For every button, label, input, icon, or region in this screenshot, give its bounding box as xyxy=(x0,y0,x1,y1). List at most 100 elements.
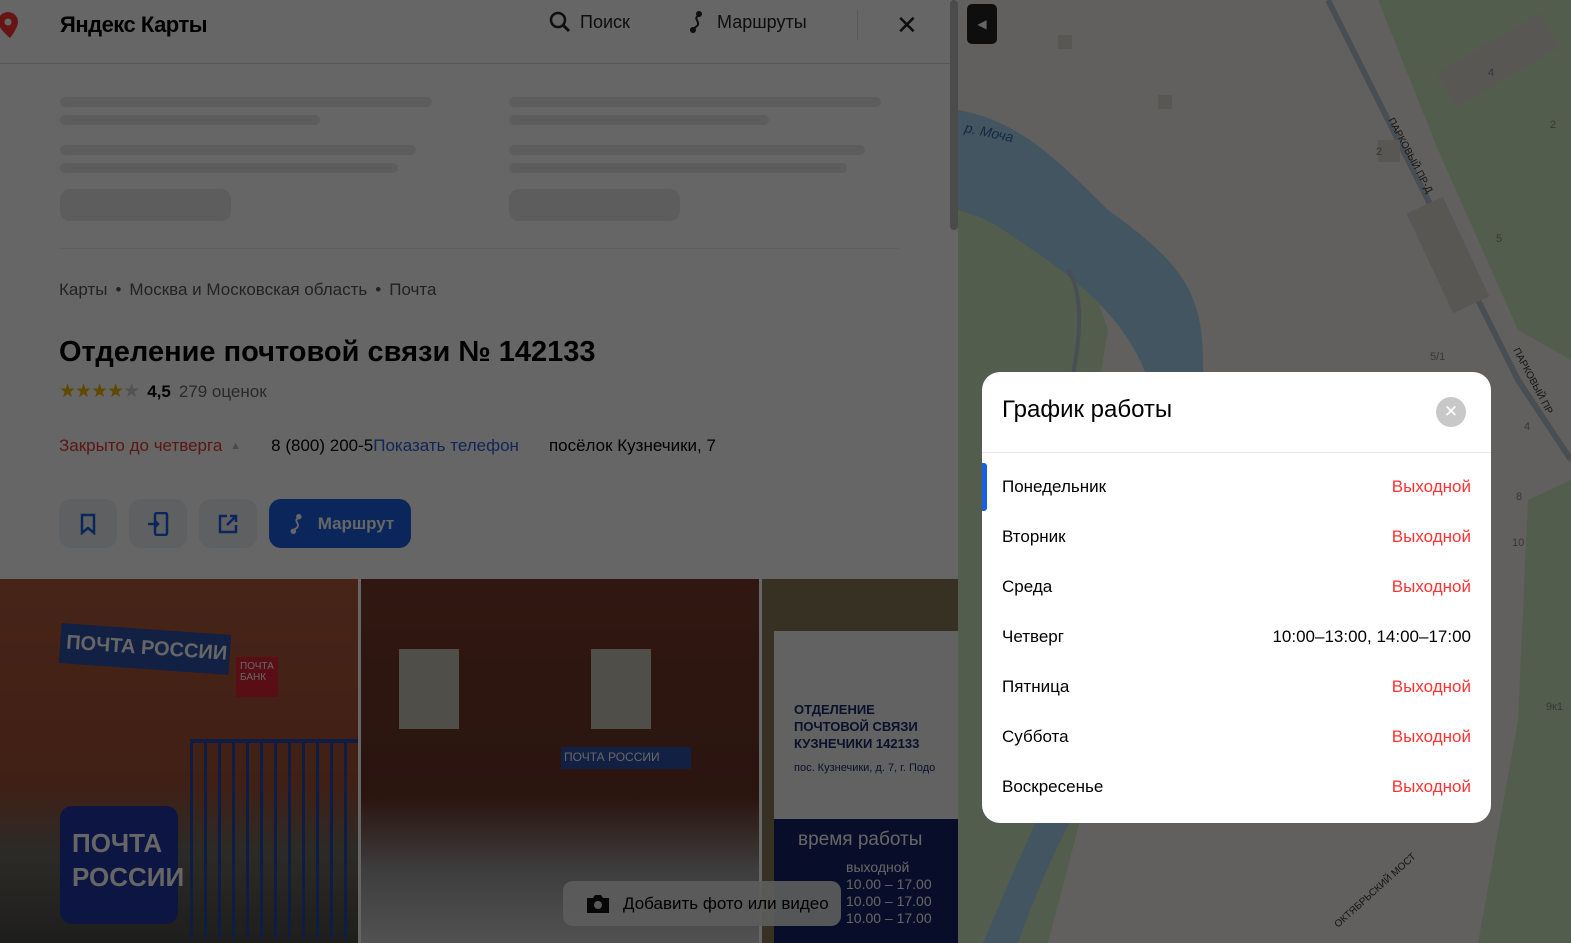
skeleton xyxy=(509,97,881,107)
breadcrumb: Карты • Москва и Московская область • Почт… xyxy=(59,280,436,300)
day-hours: 10:00–13:00, 14:00–17:00 xyxy=(1272,627,1471,646)
skeleton xyxy=(60,163,398,173)
add-photo-button[interactable]: Добавить фото или видео xyxy=(563,881,841,926)
day-hours: Выходной xyxy=(1391,577,1471,596)
photo-sign-text: пос. Кузнечики, д. 7, г. Подо xyxy=(794,762,936,774)
skeleton xyxy=(509,163,847,173)
search-label: Поиск xyxy=(580,11,630,32)
schedule-row: Понедельник Выходной xyxy=(982,462,1491,512)
rating-stars: ★★★★★ xyxy=(59,381,140,402)
schedule-dialog: График работы ✕ Понедельник Выходной Вторн… xyxy=(982,372,1491,823)
photo-sign: ПОЧТА РОССИИ xyxy=(561,747,691,769)
house-number: 9к1 xyxy=(1546,701,1563,713)
status-badge[interactable]: Закрыто до четверга xyxy=(59,436,222,456)
day-name: Пятница xyxy=(1002,677,1070,696)
photo-logo: ПОЧТА РОССИИ xyxy=(60,806,184,924)
app-logo[interactable]: Яндекс Карты xyxy=(60,12,208,38)
routes-button[interactable]: Маршруты xyxy=(685,10,807,34)
send-to-phone-button[interactable] xyxy=(129,499,187,548)
day-name: Понедельник xyxy=(1002,477,1107,496)
day-hours: Выходной xyxy=(1391,777,1471,796)
skeleton xyxy=(60,189,231,221)
rating[interactable]: ★★★★★ 4,5 279 оценок xyxy=(59,380,267,403)
photo-sign-text: ОТДЕЛЕНИЕ ПОЧТОВОЙ СВЯЗИ КУЗНЕЧИКИ 14213… xyxy=(794,702,920,751)
photo-sign: ПОЧТА РОССИИ xyxy=(58,623,232,675)
day-name: Среда xyxy=(1002,577,1053,596)
divider xyxy=(982,452,1491,453)
review-count[interactable]: 279 оценок xyxy=(179,382,267,402)
share-icon xyxy=(218,514,238,533)
close-panel-button[interactable]: ✕ xyxy=(896,10,918,41)
search-button[interactable]: Поиск xyxy=(548,10,630,34)
action-buttons: Маршрут xyxy=(59,499,411,548)
scrollbar[interactable] xyxy=(950,0,958,230)
route-button-label: Маршрут xyxy=(317,513,395,533)
photo-sign-text: 10.00 – 17.00 xyxy=(846,893,932,909)
collapse-panel-button[interactable]: ◀ xyxy=(967,4,997,44)
skeleton xyxy=(509,189,680,221)
map-pin-logo-icon xyxy=(0,12,18,38)
house-number: 10 xyxy=(1512,537,1524,549)
divider xyxy=(857,10,858,40)
routes-label: Маршруты xyxy=(717,11,807,32)
phone-number: 8 (800) 200-5 xyxy=(271,436,374,455)
dialog-title: График работы xyxy=(1002,396,1173,423)
share-button[interactable] xyxy=(199,499,257,548)
skeleton xyxy=(509,145,865,155)
house-number: 4 xyxy=(1524,421,1530,433)
photo-sign-text: выходной xyxy=(846,859,910,875)
bookmark-icon xyxy=(80,513,96,535)
schedule-row: Воскресенье Выходной xyxy=(982,762,1491,812)
close-dialog-button[interactable]: ✕ xyxy=(1436,397,1466,427)
rating-value: 4,5 xyxy=(147,381,171,401)
schedule-row: Среда Выходной xyxy=(982,562,1491,612)
route-icon xyxy=(290,513,302,534)
photo-sign: ПОЧТА БАНК xyxy=(236,657,278,697)
skeleton xyxy=(509,115,769,125)
house-number: 2 xyxy=(1376,146,1382,158)
breadcrumb-separator: • xyxy=(115,280,122,299)
schedule-row: Суббота Выходной xyxy=(982,712,1491,762)
breadcrumb-item[interactable]: Почта xyxy=(389,280,436,300)
house-number: 4 xyxy=(1488,67,1494,79)
photo-sign-text: время работы xyxy=(798,829,923,850)
page-title: Отделение почтовой связи № 142133 xyxy=(59,336,596,368)
address: посёлок Кузнечики, 7 xyxy=(548,436,716,455)
route-button[interactable]: Маршрут xyxy=(269,499,411,548)
building xyxy=(1158,95,1172,109)
add-photo-label: Добавить фото или видео xyxy=(623,893,829,913)
breadcrumb-item[interactable]: Карты xyxy=(59,280,107,300)
house-number: 8 xyxy=(1516,491,1522,503)
top-bar: Яндекс Карты Поиск Маршруты ✕ xyxy=(0,0,958,64)
bookmark-button[interactable] xyxy=(59,499,117,548)
search-icon xyxy=(549,11,571,33)
day-hours: Выходной xyxy=(1391,527,1471,546)
day-hours: Выходной xyxy=(1391,727,1471,746)
phone-icon xyxy=(148,511,169,536)
photo-sign-text: 10.00 – 17.00 xyxy=(846,910,932,926)
photo[interactable]: ПОЧТА РОССИИ ПОЧТА БАНК ПОЧТА РОССИИ xyxy=(0,579,358,943)
house-number: 5 xyxy=(1496,233,1502,245)
day-name: Четверг xyxy=(1002,627,1064,646)
house-number: 2 xyxy=(1550,119,1556,131)
skeleton xyxy=(60,97,432,107)
street-label: ОКТЯБРЬСКИЙ МОСТ xyxy=(1331,850,1418,930)
building xyxy=(1058,35,1072,49)
chevron-up-icon[interactable]: ▲ xyxy=(230,440,241,456)
photo-window xyxy=(591,649,651,729)
show-phone-link[interactable]: Показать телефон xyxy=(373,436,519,456)
divider xyxy=(59,248,899,249)
skeleton xyxy=(60,145,416,155)
photo-window xyxy=(399,649,459,729)
photo-sign-text: 10.00 – 17.00 xyxy=(846,876,932,892)
schedule-row: Вторник Выходной xyxy=(982,512,1491,562)
schedule-row: Пятница Выходной xyxy=(982,662,1491,712)
breadcrumb-item[interactable]: Москва и Московская область xyxy=(129,280,367,300)
photo-railing xyxy=(190,739,358,939)
day-name: Воскресенье xyxy=(1002,777,1104,796)
day-hours: Выходной xyxy=(1391,477,1471,496)
day-hours: Выходной xyxy=(1391,677,1471,696)
camera-icon xyxy=(587,894,609,913)
day-name: Суббота xyxy=(1002,727,1069,746)
schedule-row: Четверг 10:00–13:00, 14:00–17:00 xyxy=(982,612,1491,662)
